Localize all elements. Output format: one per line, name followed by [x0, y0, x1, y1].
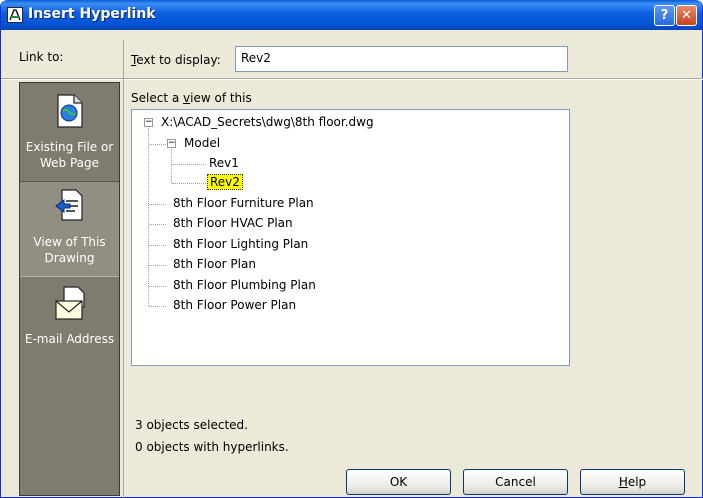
text-to-display-label: Text to display:: [131, 53, 221, 67]
link-email-address[interactable]: E-mail Address: [20, 285, 119, 375]
select-view-label: Select a view of this: [131, 91, 252, 105]
cancel-button[interactable]: Cancel: [463, 469, 568, 495]
panel-divider: [123, 40, 124, 498]
header-divider-highlight: [1, 79, 703, 80]
tree-item-rev2[interactable]: Rev2: [207, 174, 243, 191]
link-existing-file-label-2: Web Page: [39, 156, 100, 170]
link-view-of-drawing-label-2: Drawing: [44, 251, 95, 265]
globe-document-icon: [20, 93, 119, 133]
link-view-of-drawing[interactable]: View of This Drawing: [20, 181, 119, 277]
title-bar[interactable]: Insert Hyperlink ? ✕: [1, 0, 702, 30]
hyperlinks-status: 0 objects with hyperlinks.: [135, 440, 289, 454]
tree-line-layout: [149, 224, 166, 225]
link-view-of-drawing-label-1: View of This: [33, 235, 106, 249]
title-help-button[interactable]: ?: [654, 5, 675, 26]
tree-item-layout[interactable]: 8th Floor Power Plan: [173, 297, 296, 314]
tree-line-root: [148, 128, 149, 306]
tree-line-layout: [149, 204, 166, 205]
tree-item-layout[interactable]: 8th Floor Plan: [173, 256, 256, 273]
link-to-panel: Existing File or Web Page View of This D…: [19, 82, 120, 496]
title-close-button[interactable]: ✕: [676, 5, 697, 26]
help-button[interactable]: Help: [580, 469, 685, 495]
tree-item-layout[interactable]: 8th Floor Plumbing Plan: [173, 277, 316, 294]
tree-item-layout[interactable]: 8th Floor Furniture Plan: [173, 195, 314, 212]
link-existing-file-label-1: Existing File or: [25, 140, 114, 154]
view-tree[interactable]: − X:\ACAD_Secrets\dwg\8th floor.dwg − Mo…: [131, 109, 570, 366]
link-email-address-label: E-mail Address: [24, 332, 115, 346]
link-existing-file[interactable]: Existing File or Web Page: [20, 93, 119, 183]
tree-line-layout: [149, 265, 166, 266]
app-icon: [7, 7, 23, 23]
text-to-display-input[interactable]: Rev2: [235, 46, 568, 72]
expand-root-icon[interactable]: −: [144, 118, 153, 127]
tree-item-root[interactable]: X:\ACAD_Secrets\dwg\8th floor.dwg: [161, 114, 374, 131]
link-to-label: Link to:: [19, 50, 64, 64]
tree-line-rev1: [172, 164, 206, 165]
objects-selected-status: 3 objects selected.: [135, 418, 248, 432]
tree-line-model: [149, 144, 166, 145]
tree-item-model[interactable]: Model: [184, 135, 220, 152]
tree-line-rev2: [172, 183, 206, 184]
tree-line-model-children: [171, 149, 172, 183]
tree-line-layout: [149, 245, 166, 246]
envelope-icon: [20, 285, 119, 325]
insert-hyperlink-dialog: Insert Hyperlink ? ✕ Link to: Existing F…: [0, 0, 703, 498]
tree-item-layout[interactable]: 8th Floor HVAC Plan: [173, 215, 293, 232]
tree-item-layout[interactable]: 8th Floor Lighting Plan: [173, 236, 308, 253]
expand-model-icon[interactable]: −: [167, 139, 176, 148]
ok-button[interactable]: OK: [346, 469, 451, 495]
drawing-view-icon: [20, 188, 119, 228]
window-title: Insert Hyperlink: [28, 6, 156, 22]
tree-line-layout: [149, 306, 166, 307]
tree-line-layout: [149, 286, 166, 287]
tree-item-rev1[interactable]: Rev1: [209, 155, 239, 172]
